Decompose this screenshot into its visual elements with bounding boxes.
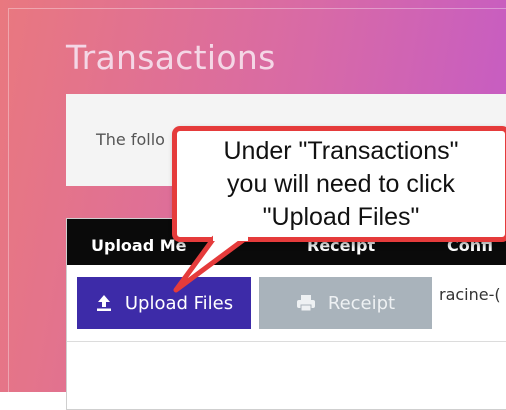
- confirmation-file-name: racine-(: [439, 285, 501, 304]
- instruction-callout: Under "Transactions" you will need to cl…: [172, 126, 506, 242]
- info-text: The follo: [96, 130, 165, 149]
- row-divider: [67, 341, 506, 342]
- upload-files-button[interactable]: Upload Files: [77, 277, 251, 329]
- printer-icon: [296, 294, 316, 312]
- transactions-table: Upload Me Receipt Confi Upload Files Rec…: [66, 218, 506, 410]
- page-title: Transactions: [66, 38, 276, 77]
- upload-files-label: Upload Files: [124, 292, 234, 314]
- upload-icon: [95, 294, 113, 312]
- callout-text: Under "Transactions" you will need to cl…: [223, 136, 459, 231]
- receipt-button[interactable]: Receipt: [259, 277, 432, 329]
- column-header-upload: Upload Me: [91, 236, 187, 255]
- receipt-label: Receipt: [327, 292, 396, 314]
